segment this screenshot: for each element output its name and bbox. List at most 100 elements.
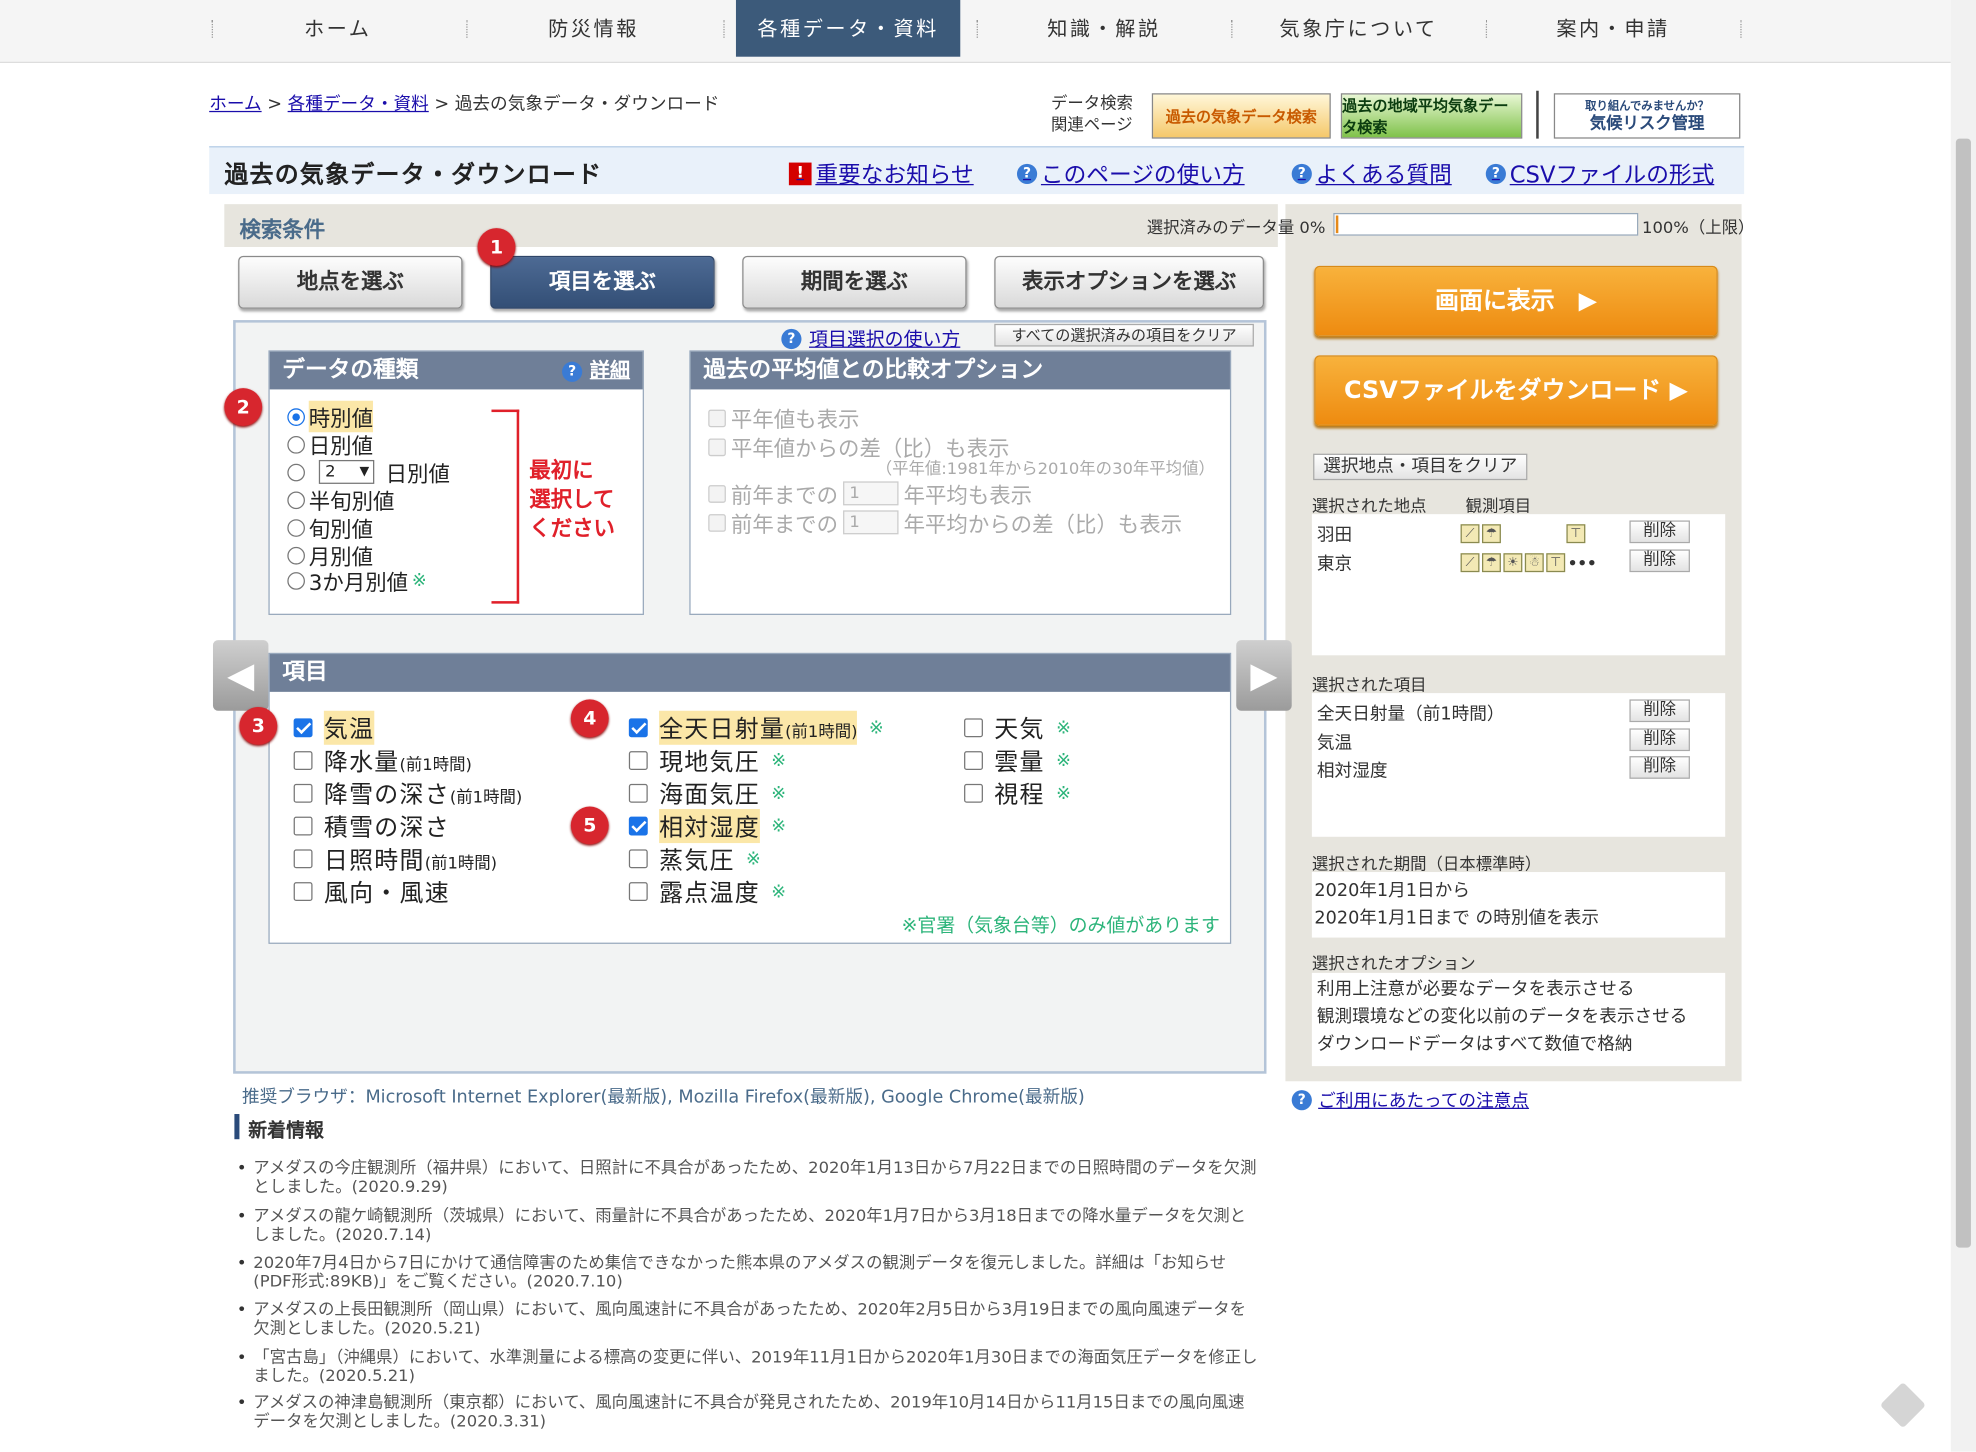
checkbox[interactable] — [293, 816, 313, 836]
usage-notice-link[interactable]: ? ご利用にあたっての注意点 — [1291, 1088, 1530, 1113]
checkbox[interactable] — [964, 751, 983, 770]
item-label: 露点温度 — [659, 875, 760, 909]
back-to-top-icon[interactable] — [1879, 1381, 1927, 1429]
radio-button[interactable] — [287, 435, 305, 454]
item-checkbox-row[interactable]: 風向・風速 — [293, 875, 450, 909]
item-checkbox-row[interactable]: 蒸気圧 ※ — [628, 842, 762, 876]
news-header: 新着情報 — [248, 1119, 324, 1142]
radio-button[interactable] — [287, 407, 305, 426]
item-checkbox-row[interactable]: 露点温度 ※ — [628, 875, 787, 909]
news-item-text: 2020年7月4日から7日にかけて通信障害のため集信できなかった熊本県のアメダス… — [253, 1253, 1227, 1292]
news-item-text: アメダスの今庄観測所（福井県）において、日照計に不具合があったため、2020年1… — [253, 1159, 1257, 1198]
item-label: 全天日射量(前1時間) — [659, 710, 858, 745]
item-checkbox-row[interactable]: 降雪の深さ(前1時間) — [293, 776, 522, 810]
data-type-box: データの種類 ? 詳細 時別値 日別値 2 ▼ 日別値 半旬別値 旬別値 月別値 … — [268, 350, 644, 615]
item-checkbox-row[interactable]: 天気 ※ — [964, 711, 1072, 745]
checkbox[interactable] — [628, 882, 648, 902]
checkbox[interactable] — [293, 718, 313, 738]
checkbox[interactable] — [293, 849, 313, 869]
item-checkbox-row[interactable]: 降水量(前1時間) — [293, 744, 472, 778]
radio-button[interactable] — [287, 518, 305, 537]
nav-item-home[interactable]: ホーム — [212, 0, 464, 57]
banner-past-data[interactable]: 過去の気象データ検索 — [1151, 93, 1331, 139]
radio-button[interactable] — [287, 463, 305, 481]
items-label: 選択された項目 — [1311, 676, 1427, 696]
link-faq[interactable]: ? よくある質問 — [1291, 158, 1452, 191]
item-selection-howto[interactable]: ? 項目選択の使い方 — [781, 325, 960, 351]
step-station-button[interactable]: 地点を選ぶ — [238, 255, 463, 309]
checkbox[interactable] — [628, 783, 648, 803]
breadcrumb-data[interactable]: 各種データ・資料 — [288, 95, 429, 115]
next-arrow-button[interactable]: ▶ — [1236, 640, 1292, 711]
more-icon: ••• — [1567, 554, 1597, 573]
step-badge-4: 4 — [570, 699, 609, 738]
wind-icon: ⊤ — [1546, 553, 1566, 573]
item-checkbox-row[interactable]: 現地気圧 ※ — [628, 744, 787, 778]
annotation-line: 最初に — [529, 458, 594, 484]
news-item[interactable]: 2020年7月4日から7日にかけて通信障害のため集信できなかった熊本県のアメダス… — [237, 1254, 1260, 1292]
banner-regional-data[interactable]: 過去の地域平均気象データ検索 — [1340, 93, 1523, 139]
checkbox[interactable] — [628, 816, 648, 836]
item-checkbox-row[interactable]: 積雪の深さ — [293, 809, 450, 843]
item-checkbox-row[interactable]: 海面気圧 ※ — [628, 776, 787, 810]
nav-item-data[interactable]: 各種データ・資料 — [735, 0, 961, 57]
item-label-text: 天気 — [994, 715, 1045, 744]
item-checkbox-row[interactable]: 視程 ※ — [964, 776, 1072, 810]
station-delete-button[interactable]: 削除 — [1629, 549, 1690, 573]
radio-button[interactable] — [287, 490, 305, 509]
checkbox[interactable] — [293, 783, 313, 803]
breadcrumb-home[interactable]: ホーム — [209, 95, 261, 115]
csv-download-button[interactable]: CSVファイルをダウンロード ▶ — [1314, 355, 1718, 426]
item-checkbox-row[interactable]: 全天日射量(前1時間) ※ — [628, 710, 885, 745]
clear-all-button[interactable]: すべての選択済みの項目をクリア — [994, 323, 1254, 347]
link-howto[interactable]: ? このページの使い方 — [1016, 158, 1245, 191]
browser-note: 推奨ブラウザ：Microsoft Internet Explorer(最新版),… — [241, 1087, 1085, 1108]
years-select: 1 — [843, 481, 899, 506]
nav-item-guide[interactable]: 案内・申請 — [1487, 0, 1739, 57]
link-important-notice[interactable]: ! 重要なお知らせ — [788, 158, 974, 191]
radio-button[interactable] — [287, 546, 305, 564]
radio-button[interactable] — [287, 571, 305, 590]
checkbox[interactable] — [293, 751, 313, 770]
item-sub-label: (前1時間) — [785, 723, 858, 743]
link-csv-format[interactable]: ? CSVファイルの形式 — [1485, 158, 1714, 191]
step-period-button[interactable]: 期間を選ぶ — [742, 255, 967, 309]
banner-climate-risk[interactable]: 取り組んでみませんか？ 気候リスク管理 — [1553, 93, 1741, 139]
item-label: 降雪の深さ(前1時間) — [324, 776, 522, 810]
radio-3month[interactable]: 3か月別値 ※ — [287, 565, 427, 596]
checkbox[interactable] — [293, 882, 313, 902]
item-label-text: 露点温度 — [659, 879, 760, 908]
nav-item-about[interactable]: 気象庁について — [1232, 0, 1484, 57]
selected-item-name: 相対湿度 — [1316, 761, 1388, 782]
step-options-button[interactable]: 表示オプションを選ぶ — [994, 255, 1264, 309]
item-label: 海面気圧 — [659, 776, 760, 810]
item-checkbox-row[interactable]: 相対湿度 ※ — [628, 809, 787, 844]
show-on-screen-button[interactable]: 画面に表示 ▶ — [1314, 265, 1718, 337]
detail-link[interactable]: 詳細 — [590, 352, 630, 390]
note-mark: ※ — [1056, 717, 1073, 738]
item-checkbox-row[interactable]: 気温 — [293, 710, 375, 745]
checkbox[interactable] — [628, 718, 648, 738]
clear-selection-button[interactable]: 選択地点・項目をクリア — [1313, 453, 1528, 481]
scrollbar-thumb[interactable] — [1955, 138, 1971, 1248]
item-delete-button[interactable]: 削除 — [1629, 699, 1690, 723]
item-checkbox-row[interactable]: 日照時間(前1時間) — [293, 842, 497, 876]
checkbox[interactable] — [628, 849, 648, 869]
prev-arrow-button[interactable]: ◀ — [212, 640, 269, 711]
nav-item-knowledge[interactable]: 知識・解説 — [978, 0, 1230, 57]
vertical-scrollbar[interactable] — [1950, 0, 1976, 1452]
station-delete-button[interactable]: 削除 — [1629, 520, 1690, 544]
checkbox — [708, 408, 726, 427]
step-items-button[interactable]: 項目を選ぶ — [490, 255, 715, 309]
checkbox[interactable] — [964, 718, 983, 738]
item-delete-button[interactable]: 削除 — [1629, 756, 1690, 779]
data-type-title: データの種類 — [282, 356, 419, 384]
checkbox[interactable] — [964, 783, 983, 803]
item-checkbox-row[interactable]: 雲量 ※ — [964, 744, 1072, 778]
item-delete-button[interactable]: 削除 — [1629, 728, 1690, 752]
checkbox[interactable] — [628, 751, 648, 770]
amount-label: 選択済みのデータ量 0% — [1146, 219, 1326, 239]
usage-notice-label: ご利用にあたっての注意点 — [1318, 1091, 1530, 1112]
n-days-select[interactable]: 2 ▼ — [318, 459, 375, 484]
nav-item-bousai[interactable]: 防災情報 — [466, 0, 721, 57]
